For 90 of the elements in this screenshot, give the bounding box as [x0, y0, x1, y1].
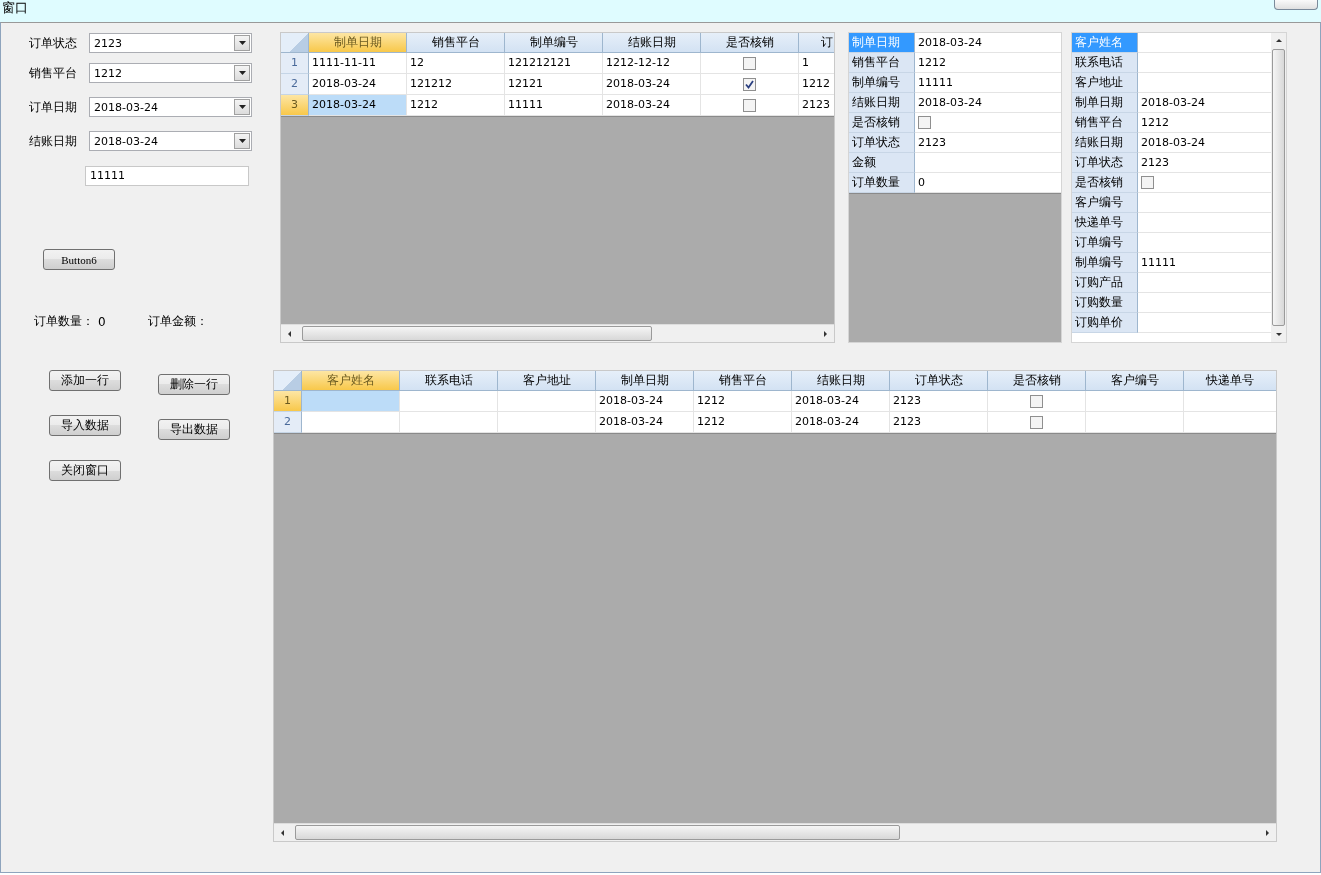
property-label[interactable]: 订购产品 — [1072, 273, 1138, 293]
column-header[interactable]: 联系电话 — [400, 371, 498, 391]
row-header[interactable]: 1 — [274, 391, 302, 412]
column-header[interactable]: 制单日期 — [309, 33, 407, 53]
property-label[interactable]: 制单编号 — [849, 73, 915, 93]
button[interactable]: Button6 — [43, 249, 115, 270]
property-label[interactable]: 客户编号 — [1072, 193, 1138, 213]
summary-label: 订单数量： — [34, 313, 94, 330]
column-header[interactable]: 销售平台 — [407, 33, 505, 53]
caret-icon — [238, 41, 246, 45]
property-label[interactable]: 是否核销 — [1072, 173, 1138, 193]
action-button[interactable]: 关闭窗口 — [49, 460, 121, 481]
field-label: 销售平台 — [29, 64, 78, 82]
dropdown-field[interactable]: 2018-03-24 — [89, 131, 252, 151]
property-label[interactable]: 订单数量 — [849, 173, 915, 193]
column-header[interactable]: 结账日期 — [792, 371, 890, 391]
scroll-right-icon[interactable] — [821, 329, 829, 338]
property-label[interactable]: 是否核销 — [849, 113, 915, 133]
caret-icon — [238, 139, 246, 143]
property-label[interactable]: 结账日期 — [849, 93, 915, 113]
property-value: 2018-03-24 — [915, 93, 1061, 113]
column-header[interactable]: 客户地址 — [498, 371, 596, 391]
column-header[interactable]: 快递单号 — [1184, 371, 1276, 391]
property-value: 2018-03-24 — [915, 33, 1061, 53]
property-label[interactable]: 客户地址 — [1072, 73, 1138, 93]
column-header[interactable]: 订 — [799, 33, 834, 53]
property-label[interactable]: 订单状态 — [1072, 153, 1138, 173]
column-header[interactable]: 是否核销 — [701, 33, 799, 53]
property-label[interactable]: 订单状态 — [849, 133, 915, 153]
column-header[interactable]: 销售平台 — [694, 371, 792, 391]
column-header[interactable]: 制单日期 — [596, 371, 694, 391]
scroll-left-icon[interactable] — [279, 828, 287, 837]
summary-label: 订单金额： — [148, 313, 208, 330]
checkbox[interactable] — [1030, 415, 1043, 429]
horizontal-scrollbar[interactable] — [274, 823, 1276, 841]
select-all-corner[interactable] — [281, 33, 309, 53]
scroll-down-icon[interactable] — [1274, 330, 1283, 338]
scroll-left-icon[interactable] — [286, 329, 294, 338]
property-label[interactable]: 金额 — [849, 153, 915, 173]
field-label: 订单日期 — [29, 98, 78, 116]
field-label: 结账日期 — [29, 132, 78, 150]
column-header[interactable]: 订单状态 — [890, 371, 988, 391]
checkbox[interactable] — [743, 77, 756, 91]
input-field[interactable]: 11111 — [85, 166, 249, 186]
property-label[interactable]: 订购单价 — [1072, 313, 1138, 333]
column-header[interactable]: 制单编号 — [505, 33, 603, 53]
column-header[interactable]: 客户编号 — [1086, 371, 1184, 391]
row-header[interactable]: 2 — [281, 74, 309, 95]
property-value: 11111 — [915, 73, 1061, 93]
horizontal-scrollbar[interactable] — [281, 324, 834, 342]
property-label[interactable]: 制单日期 — [1072, 93, 1138, 113]
scroll-up-icon[interactable] — [1274, 37, 1283, 45]
property-label[interactable]: 订单编号 — [1072, 233, 1138, 253]
property-label[interactable]: 销售平台 — [849, 53, 915, 73]
row-header[interactable]: 2 — [274, 412, 302, 433]
action-button[interactable]: 删除一行 — [158, 374, 230, 395]
property-value: 2123 — [915, 133, 1061, 153]
checkbox[interactable] — [743, 56, 756, 70]
row-header[interactable]: 3 — [281, 95, 309, 116]
caret-icon — [238, 71, 246, 75]
column-header[interactable]: 结账日期 — [603, 33, 701, 53]
property-label[interactable]: 销售平台 — [1072, 113, 1138, 133]
vertical-scrollbar[interactable] — [1271, 33, 1286, 342]
dropdown-field[interactable]: 1212 — [89, 63, 252, 83]
property-label[interactable]: 联系电话 — [1072, 53, 1138, 73]
caret-icon — [238, 105, 246, 109]
window-title: 窗口 — [2, 0, 28, 15]
select-all-corner[interactable] — [274, 371, 302, 391]
checkbox[interactable] — [1030, 394, 1043, 408]
action-button[interactable]: 导入数据 — [49, 415, 121, 436]
field-label: 订单状态 — [29, 34, 78, 52]
row-header[interactable]: 1 — [281, 53, 309, 74]
checkbox[interactable] — [743, 98, 756, 112]
column-header[interactable]: 客户姓名 — [302, 371, 400, 391]
property-label[interactable]: 快递单号 — [1072, 213, 1138, 233]
dropdown-field[interactable]: 2123 — [89, 33, 252, 53]
property-label[interactable]: 结账日期 — [1072, 133, 1138, 153]
scroll-right-icon[interactable] — [1263, 828, 1271, 837]
action-button[interactable]: 添加一行 — [49, 370, 121, 391]
checkbox[interactable] — [918, 116, 931, 129]
property-label[interactable]: 订购数量 — [1072, 293, 1138, 313]
property-value: 1212 — [915, 53, 1061, 73]
checkbox[interactable] — [1141, 176, 1154, 189]
column-header[interactable]: 是否核销 — [988, 371, 1086, 391]
summary-value: 0 — [98, 314, 107, 329]
close-button[interactable] — [1274, 0, 1318, 10]
table-cell: 2018-03-24 — [309, 95, 407, 116]
property-label[interactable]: 制单编号 — [1072, 253, 1138, 273]
action-button[interactable]: 导出数据 — [158, 419, 230, 440]
dropdown-field[interactable]: 2018-03-24 — [89, 97, 252, 117]
